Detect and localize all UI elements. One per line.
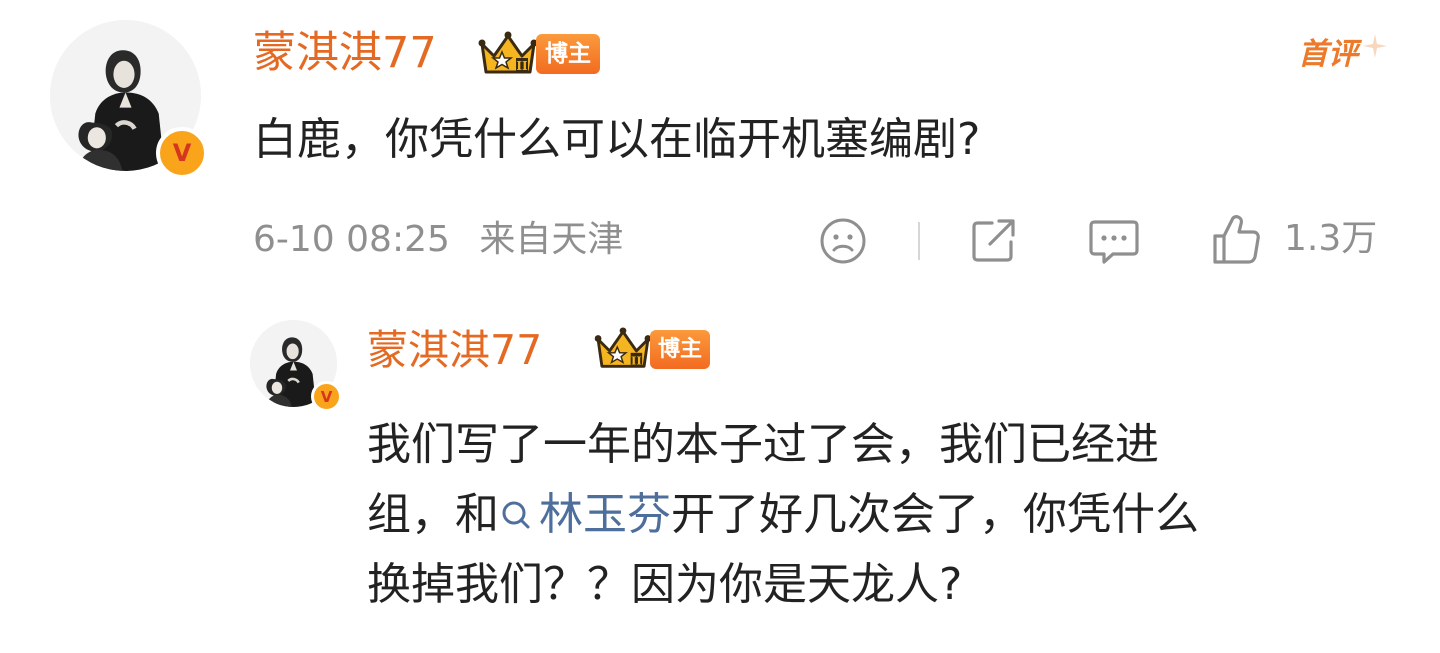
reply-line: 我们写了一年的本子过了会，我们已经进 <box>367 419 1159 470</box>
verified-v-icon: V <box>156 127 208 179</box>
reply-author-name[interactable]: 蒙淇淇77 <box>367 330 542 371</box>
reply-line: 组，和 林玉芬开了好几次会了，你凭什么 <box>367 489 1199 540</box>
svg-text:II: II <box>631 353 642 367</box>
blogger-badge: II 博主 <box>478 30 600 78</box>
search-icon <box>502 501 530 529</box>
comment-body: 白鹿，你凭什么可以在临开机塞编剧? <box>253 114 981 165</box>
like-button[interactable]: 1.3万 <box>1210 212 1377 266</box>
reply-line: 换掉我们？？因为你是天龙人? <box>367 559 963 610</box>
blogger-tag: 博主 <box>650 329 711 369</box>
reply-body: 我们写了一年的本子过了会，我们已经进 组，和 林玉芬开了好几次会了，你凭什么 换掉… <box>367 410 1397 620</box>
verified-v-icon: V <box>311 381 342 412</box>
thumbs-up-icon <box>1213 215 1260 264</box>
comment-author-name[interactable]: 蒙淇淇77 <box>253 32 437 75</box>
svg-text:II: II <box>516 59 528 73</box>
comment-button[interactable] <box>1087 216 1141 266</box>
blogger-badge: II 博主 <box>594 326 711 372</box>
crown-rank-icon: II <box>594 327 652 368</box>
blogger-tag: 博主 <box>536 34 600 74</box>
first-comment-badge: 首评 <box>1298 34 1388 80</box>
action-divider <box>918 222 920 260</box>
comment-meta: 6-10 08:25 来自天津 <box>253 222 623 258</box>
dislike-button[interactable] <box>818 216 868 266</box>
share-button[interactable] <box>968 214 1020 266</box>
comment-time: 6-10 08:25 <box>253 219 450 260</box>
comment-thread: V 蒙淇淇77 II 博主 首评 白鹿，你凭什么可以在临开机塞编剧? 6-10 … <box>0 0 1440 653</box>
comment-bubble-icon <box>1089 220 1139 264</box>
like-count: 1.3万 <box>1284 218 1378 259</box>
topic-link[interactable]: 林玉芬 <box>499 489 671 540</box>
comment-location: 来自天津 <box>479 219 624 260</box>
sparkle-icon <box>1363 34 1387 58</box>
crown-rank-icon: II <box>478 31 538 74</box>
share-icon <box>972 219 1015 262</box>
sad-face-icon <box>820 218 866 264</box>
